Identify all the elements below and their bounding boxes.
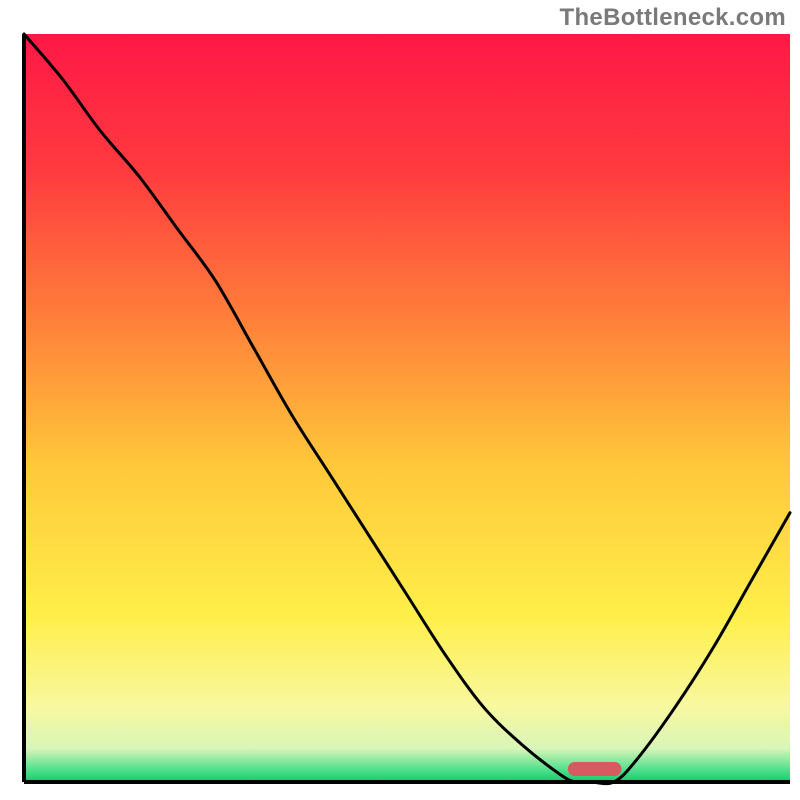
- plot-area: [24, 34, 790, 784]
- watermark-text: TheBottleneck.com: [560, 4, 786, 32]
- optimal-range-marker: [568, 762, 622, 776]
- bottleneck-chart: TheBottleneck.com: [0, 0, 800, 800]
- chart-svg: [0, 0, 800, 800]
- gradient-background: [24, 34, 790, 782]
